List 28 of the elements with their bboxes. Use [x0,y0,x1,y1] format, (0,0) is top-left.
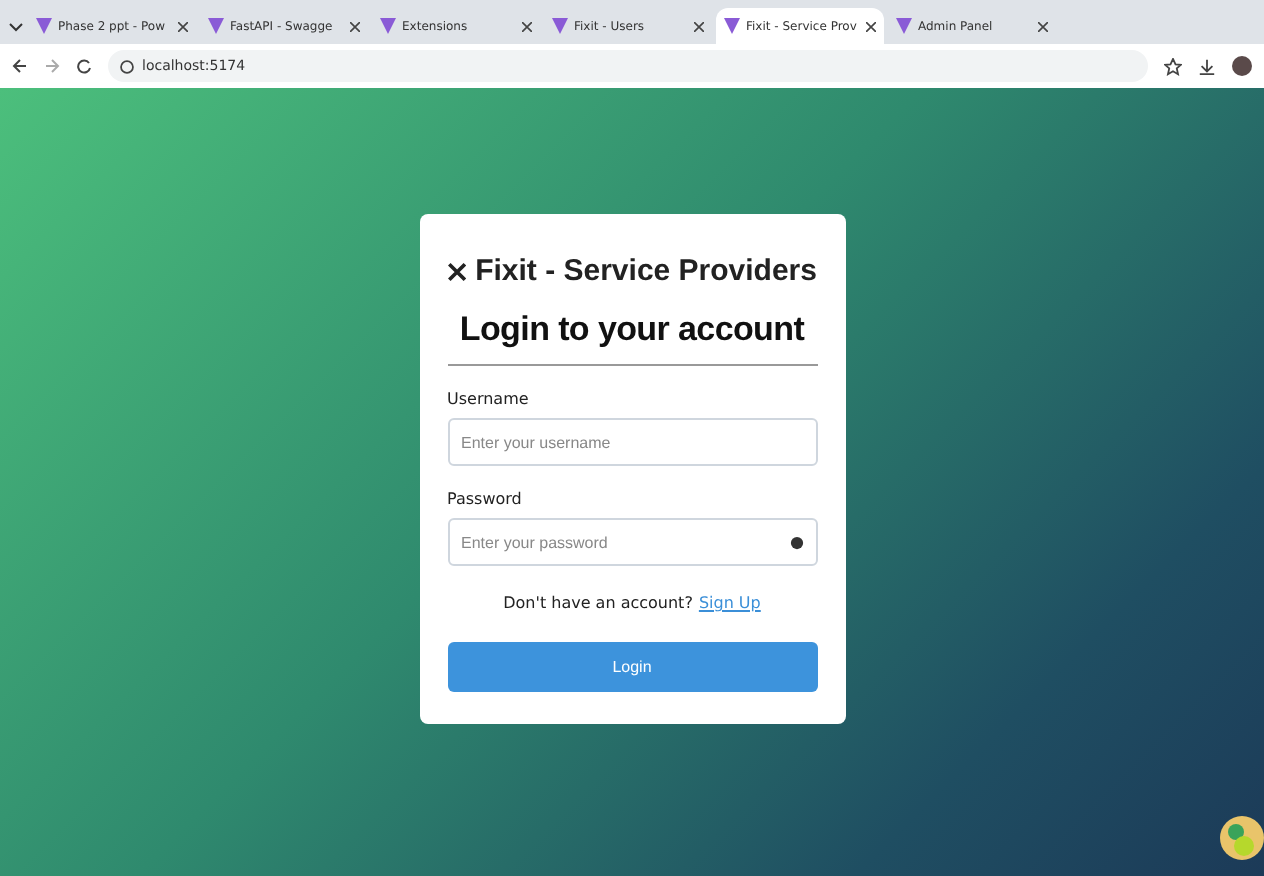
favicon-icon [724,18,740,34]
favicon-icon [552,18,568,34]
avatar-icon[interactable] [1232,56,1252,76]
field-label: Password [447,490,524,508]
reload-icon[interactable] [76,58,92,74]
password-field[interactable]: Enter your password [447,518,817,566]
favicon-icon [380,18,396,34]
close-icon[interactable] [866,21,876,31]
close-icon[interactable] [350,21,360,31]
signup-link[interactable]: Sign Up [698,594,761,612]
back-icon[interactable] [12,58,28,74]
chevron-down-icon[interactable] [8,18,24,34]
brand-title: Fixit - Service Providers [475,254,817,288]
close-icon[interactable] [522,21,532,31]
field-label: Username [447,390,531,408]
login-heading: Login to your account [459,308,805,352]
favicon-icon [896,18,912,34]
favicon-icon [208,18,224,34]
username-field[interactable]: Enter your username [447,418,817,466]
assistant-icon[interactable] [1220,816,1264,860]
signup-prompt: Don't have an account? [503,594,693,612]
close-icon[interactable] [178,21,188,31]
favicon-icon [36,18,52,34]
star-icon[interactable] [1164,57,1182,75]
close-icon[interactable] [694,21,704,31]
close-icon[interactable] [1038,21,1048,31]
download-icon[interactable] [1198,57,1216,75]
info-icon [120,59,134,73]
